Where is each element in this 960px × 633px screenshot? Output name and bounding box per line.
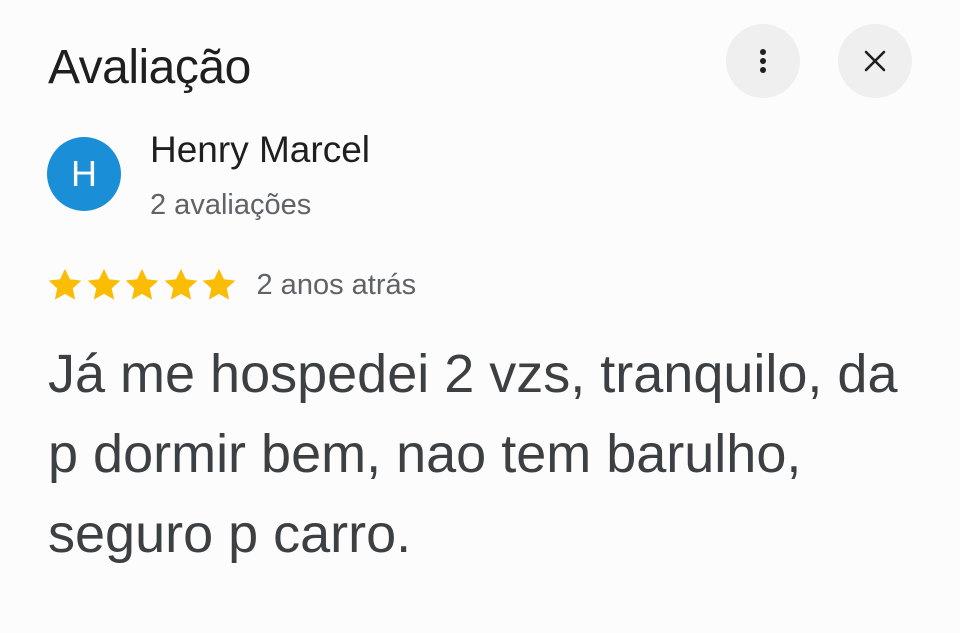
avatar-initial: H xyxy=(71,153,97,194)
review-date: 2 anos atrás xyxy=(256,269,417,301)
star-icon xyxy=(202,268,236,300)
review-text: Já me hospedei 2 vzs, tranquilo, da p do… xyxy=(48,344,898,564)
close-button[interactable] xyxy=(838,24,912,98)
more-vertical-icon xyxy=(751,46,775,76)
star-icon xyxy=(48,268,82,300)
review-dialog: Avaliação H Henry Marcel 2 avaliações 2 … xyxy=(0,0,960,633)
star-icon xyxy=(125,268,159,300)
reviewer-review-count: 2 avaliações xyxy=(150,189,312,221)
star-icon xyxy=(164,268,197,300)
dialog-title: Avaliação xyxy=(48,41,251,94)
more-options-button[interactable] xyxy=(726,24,800,98)
star-icon xyxy=(87,268,120,300)
avatar[interactable]: H xyxy=(47,137,121,211)
close-icon xyxy=(863,49,887,73)
star-rating xyxy=(46,266,239,304)
reviewer-name[interactable]: Henry Marcel xyxy=(150,128,370,172)
rating-row: 2 anos atrás xyxy=(46,264,416,306)
